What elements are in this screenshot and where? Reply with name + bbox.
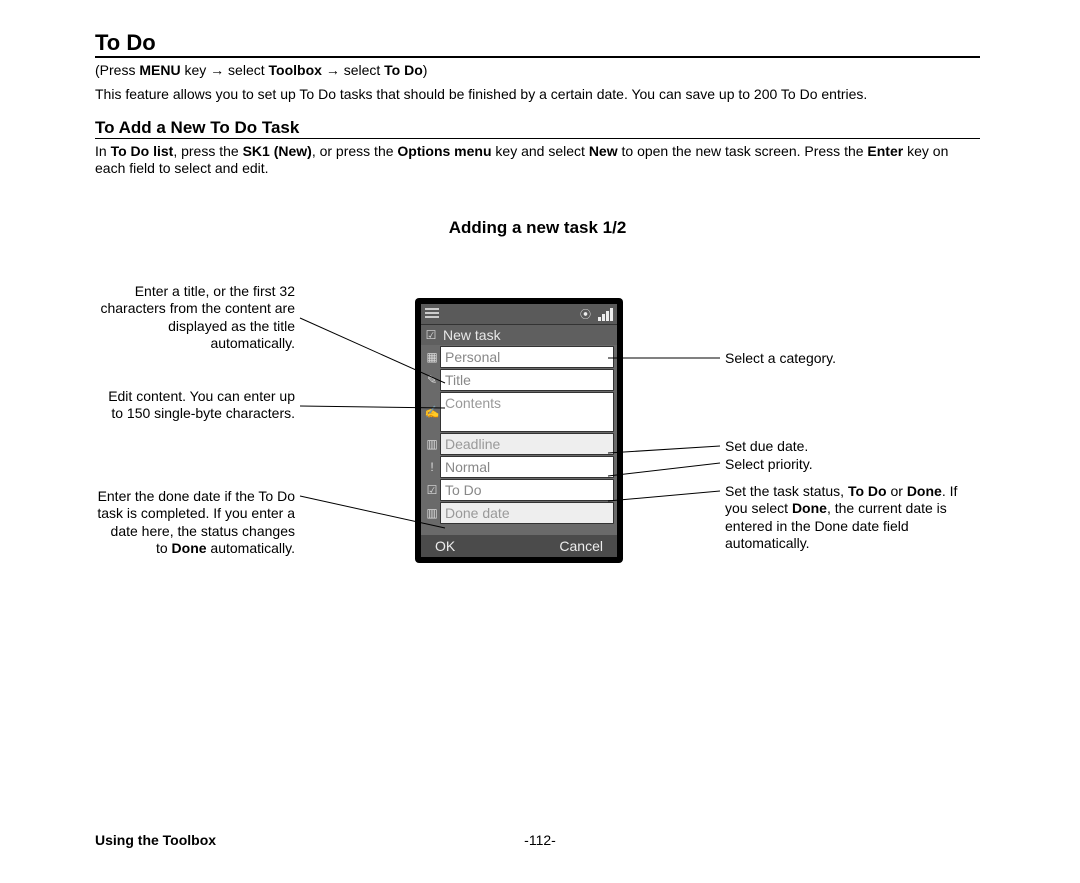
body-text: to open the new task screen. Press the: [618, 143, 868, 159]
pencil-icon: ✎: [424, 369, 440, 391]
contents-field[interactable]: Contents: [440, 392, 614, 432]
softkey-ok[interactable]: OK: [435, 535, 455, 557]
annotation-text: Set the task status,: [725, 483, 848, 499]
softkey-cancel[interactable]: Cancel: [559, 535, 603, 557]
annotation-done-date: Enter the done date if the To Do task is…: [95, 488, 295, 558]
phone-status-bar: ⦿: [421, 304, 617, 325]
priority-icon: !: [424, 456, 440, 478]
nav-todo: To Do: [384, 62, 423, 78]
note-icon: ✍: [424, 401, 440, 423]
softkey-bar: OK Cancel: [421, 535, 617, 557]
annotation-bold: Done: [172, 540, 207, 556]
nav-text: ): [423, 62, 428, 78]
title-field[interactable]: Title: [440, 369, 614, 391]
footer-page-number: -112-: [95, 832, 985, 848]
annotation-bold: Done: [907, 483, 942, 499]
field-row-contents[interactable]: ✍ Contents: [424, 392, 614, 432]
annotation-text: or: [887, 483, 907, 499]
diagram-title: Adding a new task 1/2: [95, 218, 980, 238]
nav-text: (Press: [95, 62, 139, 78]
body-text: In: [95, 143, 111, 159]
nav-path: (Press MENU key → select Toolbox → selec…: [95, 62, 1010, 78]
done-date-field[interactable]: Done date: [440, 502, 614, 524]
nav-toolbox: Toolbox: [269, 62, 322, 78]
intro-paragraph: This feature allows you to set up To Do …: [95, 86, 980, 104]
annotation-text: automatically.: [207, 540, 295, 556]
arrow-right-icon: →: [210, 62, 224, 78]
antenna-icon: ⦿: [580, 306, 591, 322]
body-bold: Enter: [867, 143, 903, 159]
deadline-field[interactable]: Deadline: [440, 433, 614, 455]
date-icon: ▥: [424, 502, 440, 524]
category-field[interactable]: Personal: [440, 346, 614, 368]
field-row-deadline[interactable]: ▥ Deadline: [424, 433, 614, 455]
field-row-category[interactable]: ▦ Personal: [424, 346, 614, 368]
field-row-priority[interactable]: ! Normal: [424, 456, 614, 478]
body-bold: New: [589, 143, 618, 159]
section-title: To Do: [95, 30, 980, 58]
annotation-category: Select a category.: [725, 350, 965, 368]
calendar-icon: ▥: [424, 433, 440, 455]
body-bold: Options menu: [397, 143, 491, 159]
body-text: , or press the: [312, 143, 398, 159]
annotation-title: Enter a title, or the first 32 character…: [95, 283, 295, 353]
screen-title-text: New task: [443, 327, 501, 343]
nav-text: select: [340, 62, 384, 78]
menu-icon: [425, 308, 439, 318]
diagram-area: ⦿ ☑ New task ▦ Personal ✎ Title ✍ Co: [95, 258, 980, 678]
body-text: key and select: [492, 143, 589, 159]
annotation-status: Set the task status, To Do or Done. If y…: [725, 483, 975, 553]
page-footer: Using the Toolbox -112-: [95, 832, 985, 848]
subsection-title: To Add a New To Do Task: [95, 118, 980, 139]
status-field[interactable]: To Do: [440, 479, 614, 501]
subsection-body: In To Do list, press the SK1 (New), or p…: [95, 143, 980, 178]
phone-screen: ⦿ ☑ New task ▦ Personal ✎ Title ✍ Co: [421, 304, 617, 557]
body-text: , press the: [173, 143, 242, 159]
check-icon: ☑: [424, 328, 438, 342]
arrow-right-icon: →: [326, 62, 340, 78]
priority-field[interactable]: Normal: [440, 456, 614, 478]
field-row-title[interactable]: ✎ Title: [424, 369, 614, 391]
signal-icon: [598, 308, 613, 321]
annotation-priority: Select priority.: [725, 456, 965, 474]
nav-menu-key: MENU: [139, 62, 180, 78]
annotation-contents: Edit content. You can enter up to 150 si…: [95, 388, 295, 423]
body-bold: SK1 (New): [243, 143, 312, 159]
body-bold: To Do list: [111, 143, 174, 159]
field-row-done-date[interactable]: ▥ Done date: [424, 502, 614, 524]
status-icon: ☑: [424, 479, 440, 501]
nav-text: key: [181, 62, 211, 78]
annotation-bold: Done: [792, 500, 827, 516]
annotation-bold: To Do: [848, 483, 887, 499]
field-row-status[interactable]: ☑ To Do: [424, 479, 614, 501]
screen-title-bar: ☑ New task: [421, 325, 617, 345]
category-icon: ▦: [424, 346, 440, 368]
phone-mockup: ⦿ ☑ New task ▦ Personal ✎ Title ✍ Co: [415, 298, 623, 563]
nav-text: select: [224, 62, 268, 78]
annotation-deadline: Set due date.: [725, 438, 965, 456]
